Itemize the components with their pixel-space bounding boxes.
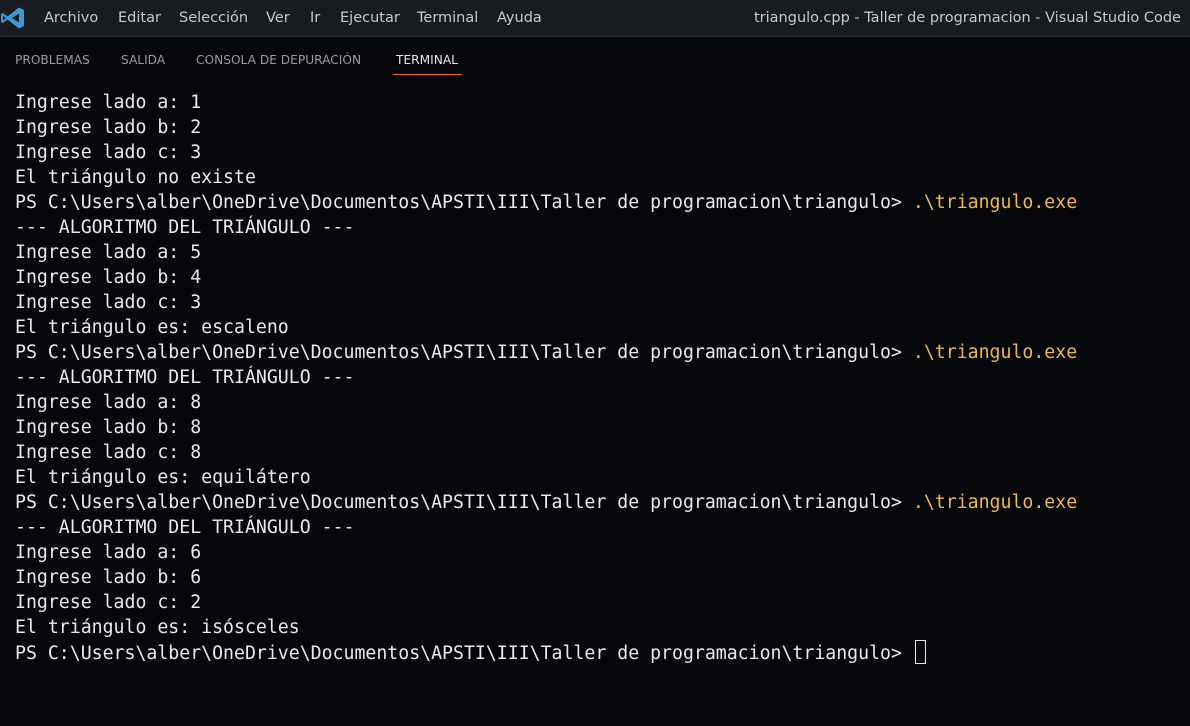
terminal-line: El triángulo es: isósceles — [15, 615, 1185, 640]
terminal-line: --- ALGORITMO DEL TRIÁNGULO --- — [15, 215, 1185, 240]
terminal-line-text: Ingrese lado a: 8 — [15, 392, 202, 413]
panel-tab-bar: PROBLEMAS SALIDA CONSOLA DE DEPURACIÓN T… — [0, 38, 1190, 76]
terminal-line-text: Ingrese lado c: 2 — [15, 592, 202, 613]
terminal-line-text: Ingrese lado c: 3 — [15, 292, 202, 313]
menu-ejecutar[interactable]: Ejecutar — [340, 0, 400, 37]
active-tab-indicator — [393, 74, 462, 75]
terminal-line: Ingrese lado a: 5 — [15, 240, 1185, 265]
terminal-line-text: PS C:\Users\alber\OneDrive\Documentos\AP… — [15, 192, 913, 213]
terminal-line-text: Ingrese lado c: 3 — [15, 142, 202, 163]
terminal-line: PS C:\Users\alber\OneDrive\Documentos\AP… — [15, 490, 1185, 515]
terminal-line: El triángulo es: escaleno — [15, 315, 1185, 340]
terminal-line: Ingrese lado a: 8 — [15, 390, 1185, 415]
terminal-line-text: El triángulo es: isósceles — [15, 617, 300, 638]
terminal-line: El triángulo es: equilátero — [15, 465, 1185, 490]
terminal-line: PS C:\Users\alber\OneDrive\Documentos\AP… — [15, 640, 1185, 665]
terminal-line-text: Ingrese lado b: 2 — [15, 117, 202, 138]
terminal-line-text: --- ALGORITMO DEL TRIÁNGULO --- — [15, 517, 355, 538]
terminal-line: Ingrese lado c: 3 — [15, 290, 1185, 315]
tab-problemas[interactable]: PROBLEMAS — [15, 38, 90, 76]
terminal-line-text: El triángulo es: equilátero — [15, 467, 311, 488]
terminal-line: Ingrese lado c: 8 — [15, 440, 1185, 465]
terminal-line-text: Ingrese lado a: 6 — [15, 542, 202, 563]
title-bar: Archivo Editar Selección Ver Ir Ejecutar… — [0, 0, 1190, 37]
tab-salida[interactable]: SALIDA — [121, 38, 165, 76]
window-title: triangulo.cpp - Taller de programacion -… — [754, 10, 1181, 26]
menu-ir[interactable]: Ir — [310, 0, 320, 37]
menu-ayuda[interactable]: Ayuda — [497, 0, 542, 37]
terminal-line-text: Ingrese lado a: 5 — [15, 242, 202, 263]
tab-consola-depuracion[interactable]: CONSOLA DE DEPURACIÓN — [196, 38, 361, 76]
terminal-line-text: Ingrese lado b: 8 — [15, 417, 202, 438]
terminal-line: Ingrese lado c: 3 — [15, 140, 1185, 165]
terminal-line-text: --- ALGORITMO DEL TRIÁNGULO --- — [15, 367, 355, 388]
terminal-line-text: PS C:\Users\alber\OneDrive\Documentos\AP… — [15, 342, 913, 363]
menu-ver[interactable]: Ver — [266, 0, 290, 37]
terminal-line-text: PS C:\Users\alber\OneDrive\Documentos\AP… — [15, 492, 913, 513]
terminal-line-text: --- ALGORITMO DEL TRIÁNGULO --- — [15, 217, 355, 238]
terminal-line: Ingrese lado b: 8 — [15, 415, 1185, 440]
terminal-line: Ingrese lado a: 1 — [15, 90, 1185, 115]
terminal-output[interactable]: Ingrese lado a: 1 Ingrese lado b: 2 Ingres… — [15, 90, 1185, 720]
terminal-line: PS C:\Users\alber\OneDrive\Documentos\AP… — [15, 190, 1185, 215]
terminal-line-text: PS C:\Users\alber\OneDrive\Documentos\AP… — [15, 643, 913, 664]
terminal-line: Ingrese lado c: 2 — [15, 590, 1185, 615]
terminal-line: Ingrese lado b: 4 — [15, 265, 1185, 290]
terminal-line-text: El triángulo no existe — [15, 167, 256, 188]
terminal-cursor[interactable] — [914, 640, 926, 664]
terminal-line: Ingrese lado b: 2 — [15, 115, 1185, 140]
terminal-line-text: Ingrese lado b: 4 — [15, 267, 202, 288]
terminal-line: --- ALGORITMO DEL TRIÁNGULO --- — [15, 365, 1185, 390]
terminal-line: PS C:\Users\alber\OneDrive\Documentos\AP… — [15, 340, 1185, 365]
menu-seleccion[interactable]: Selección — [179, 0, 248, 37]
terminal-line-text: Ingrese lado b: 6 — [15, 567, 202, 588]
terminal-command: .\triangulo.exe — [912, 342, 1078, 363]
terminal-line-text: El triángulo es: escaleno — [15, 317, 289, 338]
terminal-command: .\triangulo.exe — [912, 192, 1078, 213]
terminal-line-text: Ingrese lado a: 1 — [15, 92, 202, 113]
terminal-line: Ingrese lado b: 6 — [15, 565, 1185, 590]
vscode-logo-icon[interactable] — [0, 6, 26, 30]
terminal-command: .\triangulo.exe — [912, 492, 1078, 513]
terminal-line-text: Ingrese lado c: 8 — [15, 442, 202, 463]
menu-archivo[interactable]: Archivo — [44, 0, 98, 37]
terminal-line: Ingrese lado a: 6 — [15, 540, 1185, 565]
menu-editar[interactable]: Editar — [118, 0, 161, 37]
tab-terminal[interactable]: TERMINAL — [396, 38, 458, 76]
terminal-line: El triángulo no existe — [15, 165, 1185, 190]
menu-terminal[interactable]: Terminal — [417, 0, 478, 37]
terminal-line: --- ALGORITMO DEL TRIÁNGULO --- — [15, 515, 1185, 540]
